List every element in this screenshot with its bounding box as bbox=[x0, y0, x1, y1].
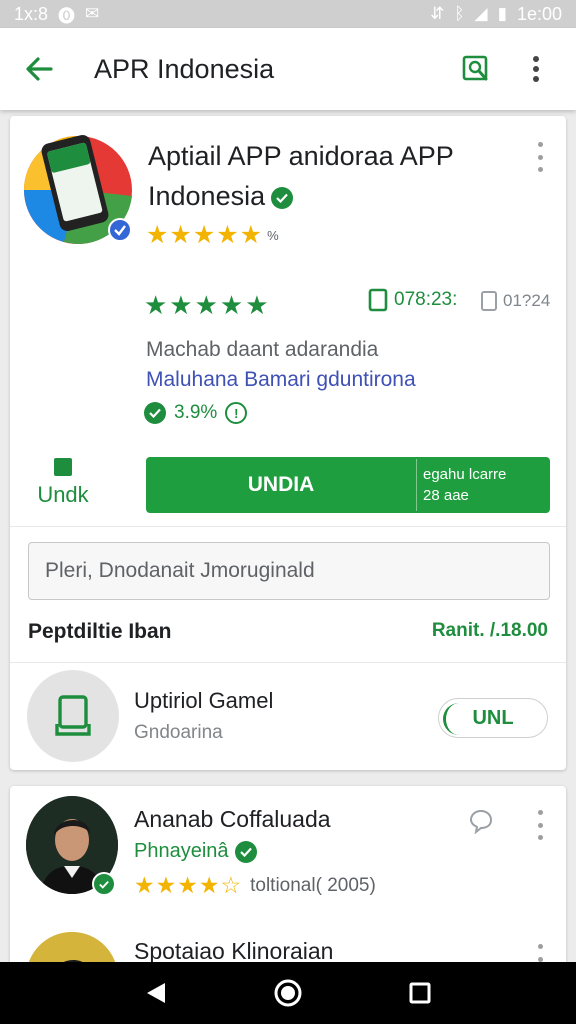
app-rating: ★★★★★ % bbox=[146, 220, 279, 250]
search-icon[interactable] bbox=[456, 49, 496, 89]
page-title: APR Indonesia bbox=[94, 53, 275, 84]
review-subtitle-row: Phnayeinâ bbox=[134, 840, 257, 863]
section-value[interactable]: Ranit. /.18.00 bbox=[432, 620, 548, 642]
status-time-left: 1x:8 bbox=[14, 3, 49, 24]
update-subtitle: Gndoarina bbox=[134, 722, 223, 743]
app-name-line2-row: Indonesia bbox=[148, 176, 508, 216]
status-time-right: 1e:00 bbox=[516, 3, 562, 24]
comment-icon[interactable] bbox=[468, 808, 494, 839]
install-button[interactable]: UNDIA egahu lcarre 28 aae bbox=[146, 457, 550, 513]
app-name-line1: Aptiail APP anidoraa APP bbox=[148, 141, 454, 171]
signal-icon: ◢ bbox=[474, 4, 488, 23]
battery-icon: ▮ bbox=[497, 4, 507, 23]
alert-icon: ⓿ bbox=[58, 6, 76, 26]
message-icon: ✉ bbox=[85, 4, 100, 23]
bar-chart-icon bbox=[54, 458, 72, 476]
install-side-line2: 28 aae bbox=[423, 487, 469, 504]
install-side-info[interactable]: egahu lcarre 28 aae bbox=[417, 457, 550, 513]
file-outline-icon bbox=[481, 291, 497, 311]
update-icon bbox=[27, 670, 119, 762]
unl-button[interactable]: UNL bbox=[438, 698, 548, 738]
bluetooth-icon: ᛒ bbox=[454, 4, 465, 23]
app-details-card: Aptiail APP anidoraa APP Indonesia ★★★★★… bbox=[10, 116, 566, 770]
avatar-verified-icon bbox=[92, 872, 116, 896]
stat-b: 01?24 bbox=[480, 290, 550, 312]
score-row: 3.9% ! bbox=[144, 402, 248, 424]
app-more-icon[interactable] bbox=[530, 142, 550, 172]
nav-back-icon[interactable] bbox=[136, 973, 176, 1013]
install-side-line1: egahu lcarre bbox=[423, 466, 507, 483]
green-stars: ★★★★★ bbox=[144, 290, 271, 320]
description-line1: Machab daant adarandia bbox=[146, 338, 379, 361]
review-more-icon[interactable] bbox=[530, 810, 550, 840]
update-title: Uptiriol Gamel bbox=[134, 688, 274, 713]
app-icon bbox=[23, 130, 134, 248]
info-icon[interactable]: ! bbox=[225, 402, 248, 424]
status-bar: 1x:8 ⓿ ✉ ⇵ ᛒ ◢ ▮ 1e:00 bbox=[0, 0, 576, 28]
review-author-name: Ananab Coffaluada bbox=[134, 806, 331, 832]
review-author-name: Spotaiao Klinoraian bbox=[134, 938, 334, 964]
section-title: Peptdiltie Iban bbox=[28, 620, 172, 643]
review-rating-text: toltional( 2005) bbox=[250, 874, 376, 896]
nav-recents-icon[interactable] bbox=[400, 973, 440, 1013]
stat-a: 078:23: bbox=[368, 288, 457, 312]
stat-b-value: 01?24 bbox=[503, 291, 551, 310]
vibrate-icon: ⇵ bbox=[430, 4, 445, 23]
side-action-label: Undk bbox=[37, 482, 89, 507]
divider bbox=[10, 526, 566, 527]
app-name: Aptiail APP anidoraa APP Indonesia bbox=[148, 136, 508, 216]
nav-home-icon[interactable] bbox=[268, 973, 308, 1013]
rating-stars-icon: ★★★★★ bbox=[146, 221, 264, 249]
divider bbox=[10, 662, 566, 663]
review-stars-icon: ★★★★☆ bbox=[134, 872, 243, 898]
review-subtitle: Phnayeinâ bbox=[134, 840, 229, 862]
system-nav-bar bbox=[0, 962, 576, 1024]
review-rating: ★★★★☆ toltional( 2005) bbox=[134, 872, 376, 899]
phone-outline-icon bbox=[368, 288, 388, 312]
rating-text: % bbox=[267, 227, 279, 243]
search-input[interactable] bbox=[28, 542, 550, 600]
progress-arc-icon bbox=[443, 703, 475, 735]
description-line2[interactable]: Maluhana Bamari gduntirona bbox=[146, 368, 416, 392]
side-action-button[interactable]: Undk bbox=[28, 458, 98, 508]
check-circle-icon bbox=[144, 402, 166, 424]
verified-badge-icon bbox=[271, 186, 294, 209]
app-bar: APR Indonesia bbox=[0, 28, 576, 110]
stat-a-value: 078:23: bbox=[394, 289, 458, 310]
overflow-menu-icon[interactable] bbox=[516, 49, 556, 89]
install-button-label: UNDIA bbox=[247, 473, 315, 496]
score-value: 3.9% bbox=[174, 402, 218, 423]
reviews-card: Ananab Coffaluada Phnayeinâ ★★★★☆ toltio… bbox=[10, 786, 566, 976]
back-arrow-icon[interactable] bbox=[22, 52, 56, 86]
app-name-line2: Indonesia bbox=[148, 181, 266, 211]
verified-badge-icon bbox=[234, 840, 257, 863]
unl-button-label: UNL bbox=[472, 706, 514, 729]
